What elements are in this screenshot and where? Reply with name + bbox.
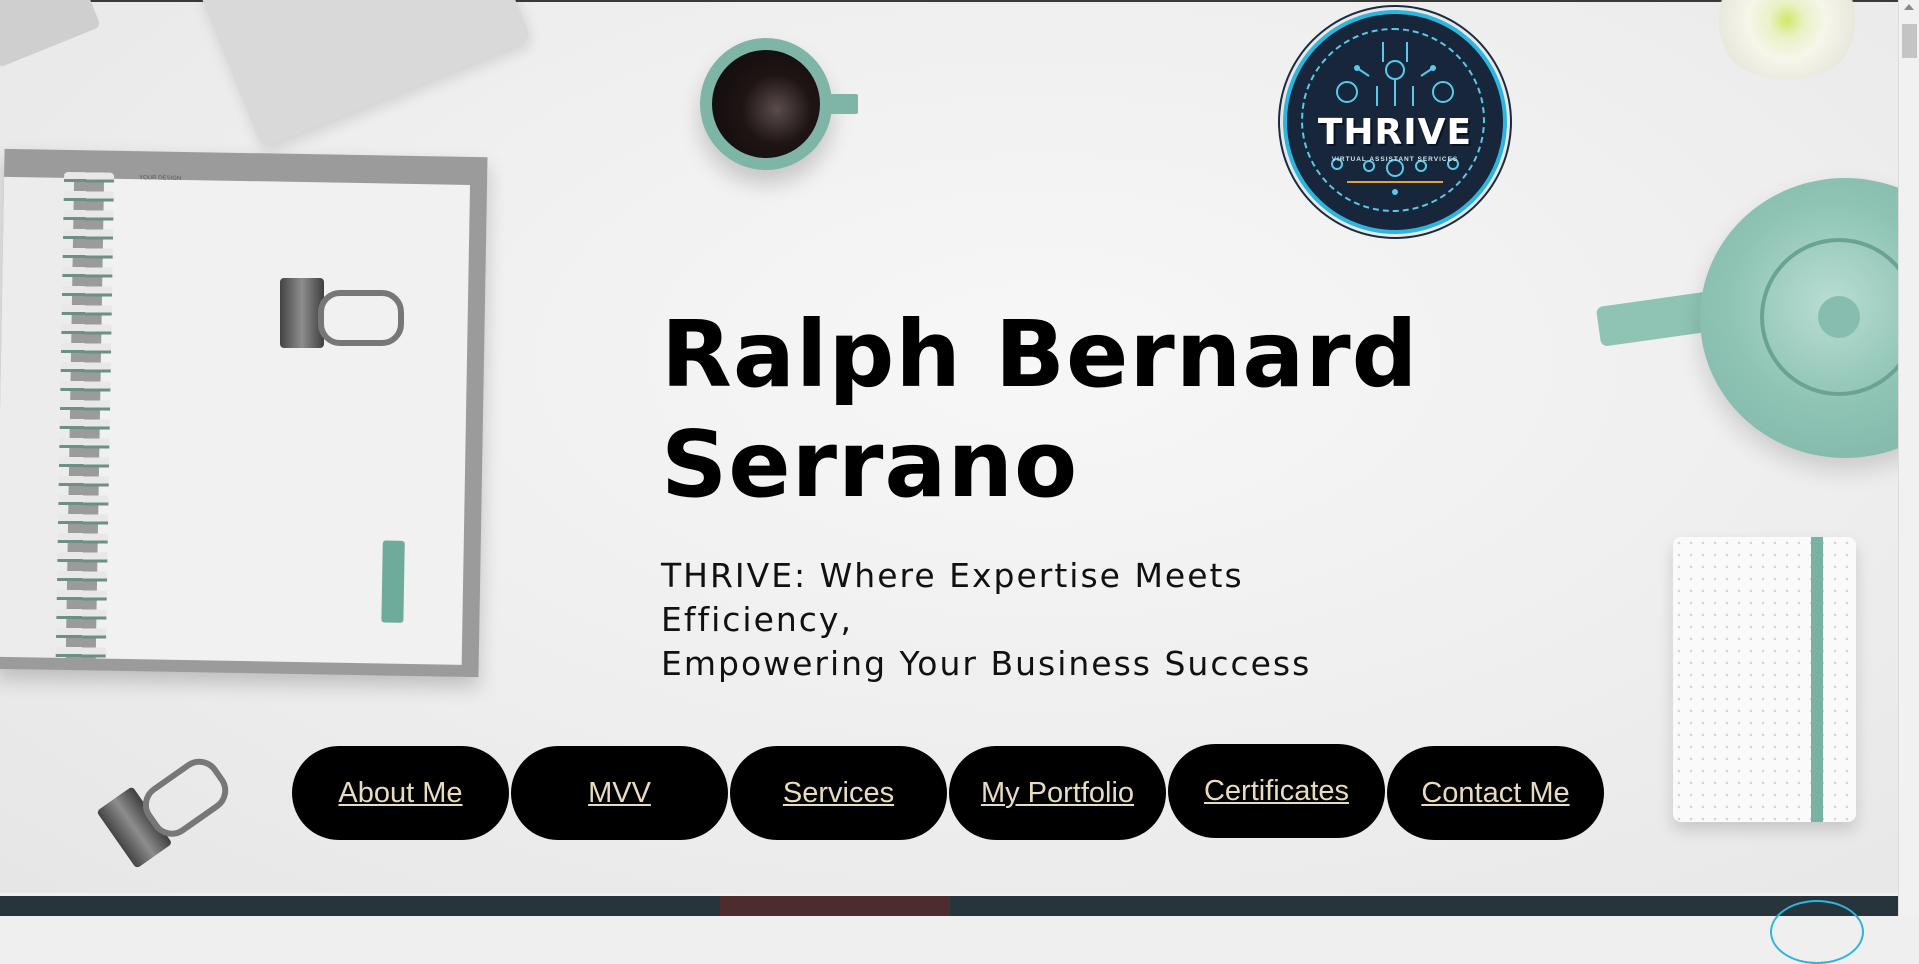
preview-logo-arc: [1770, 900, 1864, 964]
teapot-decoration: [1700, 178, 1898, 458]
spiral-notebook-decoration: YOUR DESIGN: [0, 148, 488, 678]
tagline-line-1: THRIVE: Where Expertise Meets Efficiency…: [661, 556, 1244, 639]
logo-title: THRIVE: [1317, 112, 1473, 153]
binder-clip-icon: [96, 750, 237, 869]
laptop-decoration: [198, 0, 532, 149]
tagline-line-2: Empowering Your Business Success: [661, 644, 1312, 683]
nav-portfolio-button[interactable]: My Portfolio: [949, 746, 1166, 840]
tagline: THRIVE: Where Expertise Meets Efficiency…: [661, 554, 1421, 686]
laptop-corner-decoration: [0, 0, 101, 68]
binder-clip-icon: [280, 278, 404, 348]
nav-about-me-button[interactable]: About Me: [292, 746, 509, 840]
coffee-mug-decoration: [700, 38, 858, 170]
flower-decoration: [1712, 0, 1862, 80]
nav-contact-button[interactable]: Contact Me: [1387, 746, 1604, 840]
notebook-page: [95, 178, 471, 665]
dotted-notebook-decoration: [1673, 537, 1856, 822]
teapot-knob: [1818, 296, 1860, 338]
hero-section: YOUR DESIGN THRIVE VIRTUAL ASSISTANT SER…: [0, 0, 1898, 893]
notebook-spiral: [55, 171, 115, 663]
page-title: Ralph Bernard Serrano: [661, 300, 1419, 520]
thrive-logo: THRIVE VIRTUAL ASSISTANT SERVICES: [1283, 10, 1507, 234]
name-line-1: Ralph Bernard: [661, 301, 1419, 408]
nav-certificates-button[interactable]: Certificates: [1168, 744, 1385, 838]
logo-subtitle: VIRTUAL ASSISTANT SERVICES: [1331, 156, 1459, 163]
vertical-scrollbar[interactable]: [1898, 0, 1919, 916]
notebook-tab: [381, 540, 405, 623]
coffee-surface: [712, 50, 820, 158]
nav-services-button[interactable]: Services: [730, 746, 947, 840]
nav-mvv-button[interactable]: MVV: [511, 746, 728, 840]
name-line-2: Serrano: [661, 411, 1079, 518]
scroll-up-arrow-icon[interactable]: [1904, 4, 1914, 10]
notebook-band: [1811, 537, 1823, 822]
next-section-preview: [0, 896, 1898, 964]
preview-red-block: [720, 896, 950, 916]
mug-handle: [828, 94, 858, 114]
scrollbar-thumb[interactable]: [1902, 24, 1917, 58]
notebook-label: YOUR DESIGN: [139, 175, 182, 182]
